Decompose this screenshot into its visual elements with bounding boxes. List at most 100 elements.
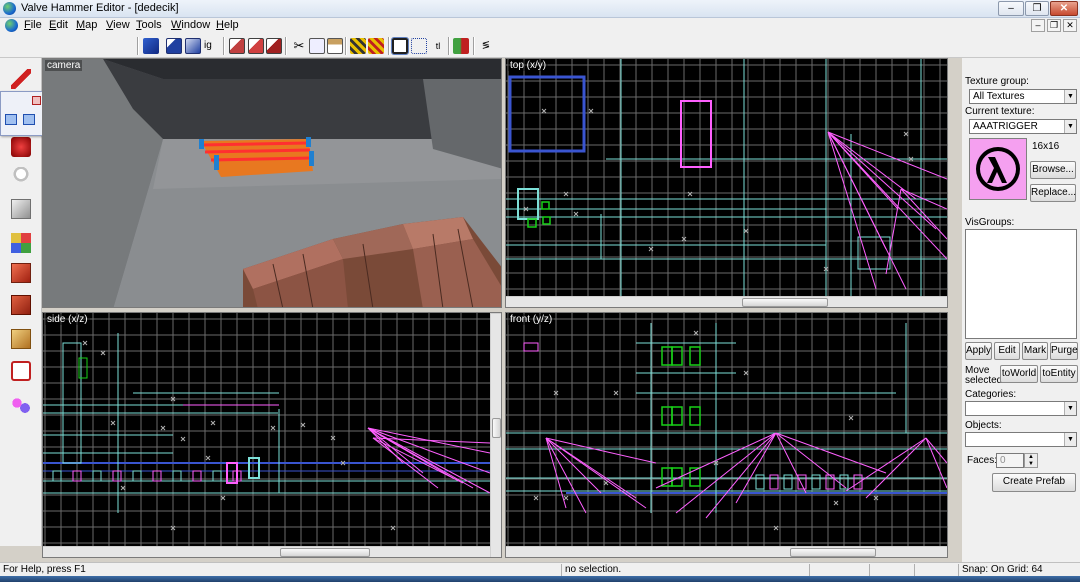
menu-help[interactable]: Help — [216, 19, 239, 31]
close-button[interactable]: ✕ — [1050, 1, 1078, 16]
visgroup-edit-button[interactable]: Edit — [994, 342, 1020, 360]
chevron-down-icon[interactable]: ▼ — [1064, 90, 1076, 103]
to-world-button[interactable]: toWorld — [1000, 365, 1038, 383]
chevron-down-icon[interactable]: ▼ — [1064, 120, 1076, 133]
center-mark-icon — [120, 485, 126, 491]
texture-application-tool[interactable] — [5, 228, 37, 258]
vertex-manipulation-tool[interactable] — [5, 356, 37, 386]
hide-unselected-icon[interactable] — [266, 38, 282, 54]
chevron-down-icon[interactable]: ▼ — [1064, 402, 1076, 415]
texture-lock-icon[interactable] — [350, 38, 366, 54]
top-viewport-label: top (x/y) — [508, 60, 549, 71]
trigger-brush — [689, 467, 701, 487]
current-texture-select[interactable]: AAATRIGGER ▼ — [969, 119, 1077, 134]
entity-tool[interactable] — [5, 162, 37, 192]
menu-window[interactable]: Window — [171, 19, 210, 31]
document-icon[interactable] — [5, 19, 18, 32]
copy-icon[interactable] — [309, 38, 325, 54]
apply-current-texture-tool[interactable] — [5, 258, 37, 288]
pointer-tool[interactable] — [5, 64, 37, 94]
cube-icon[interactable] — [143, 38, 159, 54]
show-all-icon[interactable] — [248, 38, 264, 54]
brush-edge — [827, 131, 907, 290]
menu-map[interactable]: Map — [76, 19, 97, 31]
front-horizontal-scrollbar[interactable] — [506, 546, 947, 557]
top-view-drawing — [506, 59, 947, 296]
grid-toggle-icon[interactable] — [411, 38, 427, 54]
handles-icon[interactable]: tl — [430, 38, 446, 54]
trigger-brush — [689, 346, 701, 366]
group-icon[interactable] — [166, 38, 182, 54]
carve-icon[interactable] — [453, 38, 469, 54]
close-icon[interactable] — [32, 96, 41, 105]
toolbar-separator — [388, 37, 390, 55]
ungroup-icon[interactable] — [185, 38, 201, 54]
hammer-app-icon[interactable] — [3, 2, 16, 15]
top-viewport[interactable]: top (x/y) — [505, 58, 948, 308]
visgroups-list[interactable] — [965, 229, 1077, 339]
side-viewport[interactable]: side (x/z) — [42, 312, 502, 558]
visgroup-mark-button[interactable]: Mark — [1022, 342, 1048, 360]
center-mark-icon — [533, 495, 539, 501]
brush-edge — [845, 437, 927, 492]
faces-field[interactable]: 0 — [996, 453, 1024, 468]
center-mark-icon — [833, 500, 839, 506]
brush-outline — [508, 75, 586, 153]
select-groups-icon[interactable] — [5, 114, 17, 125]
magnify-tool[interactable] — [5, 132, 37, 162]
texture-scale-lock-icon[interactable] — [368, 38, 384, 54]
select-objects-icon[interactable] — [23, 114, 35, 125]
toolbar-separator — [223, 37, 225, 55]
cut-icon[interactable]: ✂ — [291, 38, 307, 54]
faces-spinner[interactable]: ▲ ▼ — [1024, 453, 1038, 468]
menu-edit[interactable]: Edit — [49, 19, 68, 31]
visgroup-apply-button[interactable]: Apply — [965, 342, 992, 360]
brush-edge — [675, 432, 777, 514]
menu-tools[interactable]: Tools — [136, 19, 162, 31]
brush-edge — [367, 427, 424, 474]
scrollbar-thumb[interactable] — [790, 548, 876, 557]
path-tool[interactable] — [5, 390, 37, 420]
brush-outline — [769, 474, 779, 490]
center-mark-icon — [100, 350, 106, 356]
camera-viewport[interactable]: camera — [42, 58, 502, 308]
mdi-minimize-button[interactable]: – — [1031, 19, 1045, 32]
menu-view[interactable]: View — [106, 19, 130, 31]
objects-select[interactable]: ▼ — [965, 432, 1077, 447]
front-viewport[interactable]: front (y/z) — [505, 312, 948, 558]
side-horizontal-scrollbar[interactable] — [43, 546, 490, 557]
paste-icon[interactable] — [327, 38, 343, 54]
center-mark-icon — [205, 455, 211, 461]
clipping-tool[interactable] — [5, 324, 37, 354]
to-entity-button[interactable]: toEntity — [1040, 365, 1078, 383]
toolbar-separator — [448, 37, 450, 55]
create-prefab-button[interactable]: Create Prefab — [992, 473, 1076, 492]
minimize-button[interactable]: – — [998, 1, 1024, 16]
mdi-restore-button[interactable]: ❐ — [1047, 19, 1061, 32]
toolbar-separator — [285, 37, 287, 55]
scrollbar-thumb[interactable] — [280, 548, 370, 557]
decal-tool[interactable] — [5, 290, 37, 320]
trigger-brush — [541, 201, 550, 210]
mdi-close-button[interactable]: ✕ — [1063, 19, 1077, 32]
toolbar-separator — [345, 37, 347, 55]
menu-file[interactable]: File — [24, 19, 42, 31]
selection-box-icon[interactable] — [391, 37, 409, 55]
ignore-group-icon[interactable]: ig — [204, 38, 220, 54]
categories-select[interactable]: ▼ — [965, 401, 1077, 416]
scrollbar-thumb[interactable] — [492, 418, 501, 438]
brush-outline — [797, 474, 807, 490]
chevron-down-icon[interactable]: ▼ — [1064, 433, 1076, 446]
run-map-icon[interactable]: ≶ — [478, 38, 494, 54]
visgroup-purge-button[interactable]: Purge — [1050, 342, 1078, 360]
current-texture-label: Current texture: — [965, 106, 1035, 117]
top-horizontal-scrollbar[interactable] — [506, 296, 947, 307]
maximize-button[interactable]: ❐ — [1025, 1, 1049, 16]
texture-group-select[interactable]: All Textures ▼ — [969, 89, 1077, 104]
side-vertical-scrollbar[interactable] — [490, 313, 501, 557]
block-tool[interactable] — [5, 194, 37, 224]
replace-button[interactable]: Replace... — [1030, 184, 1076, 202]
browse-button[interactable]: Browse... — [1030, 161, 1076, 179]
hide-selection-icon[interactable] — [229, 38, 245, 54]
scrollbar-thumb[interactable] — [742, 298, 828, 307]
